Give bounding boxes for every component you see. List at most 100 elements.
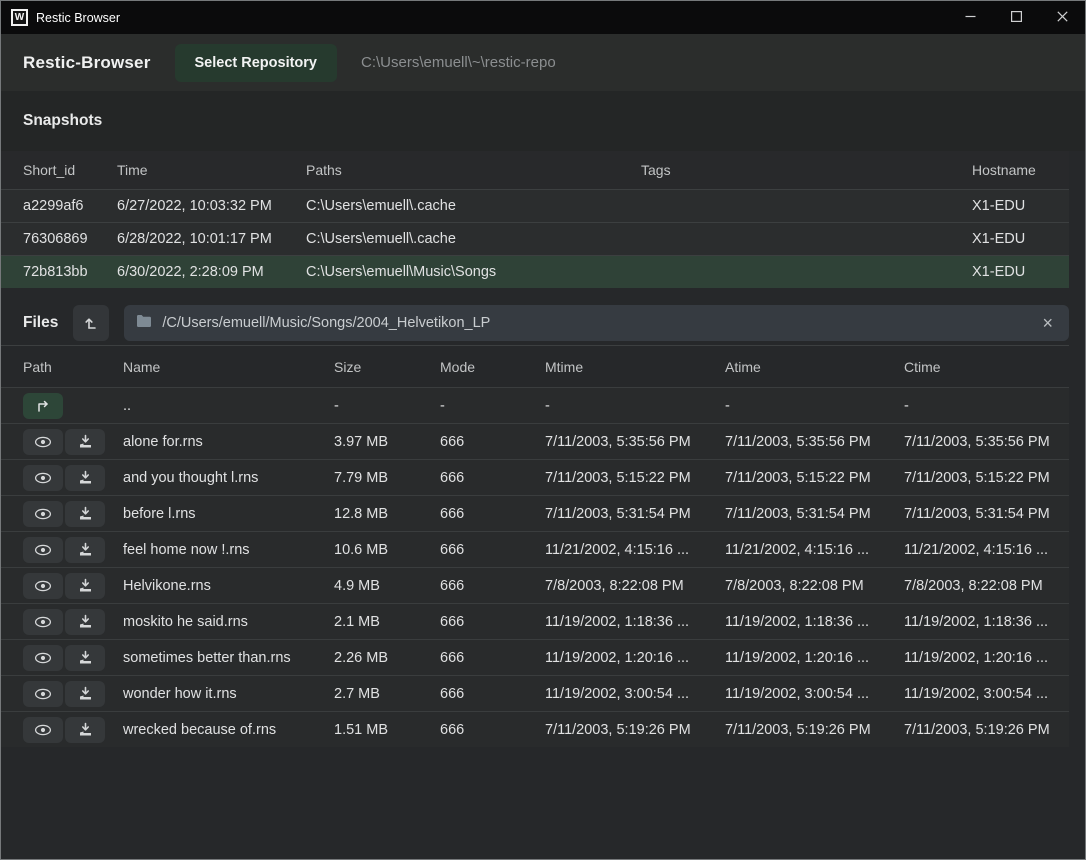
file-name: alone for.rns bbox=[123, 434, 334, 450]
file-atime: 7/11/2003, 5:15:22 PM bbox=[725, 470, 904, 486]
files-table: Path Name Size Mode Mtime Atime Ctime .. bbox=[1, 345, 1069, 747]
download-icon bbox=[78, 614, 93, 629]
file-size: 2.7 MB bbox=[334, 686, 440, 702]
go-parent-dir-button[interactable] bbox=[23, 393, 63, 419]
file-row[interactable]: wonder how it.rns2.7 MB66611/19/2002, 3:… bbox=[1, 675, 1069, 711]
download-icon bbox=[78, 506, 93, 521]
preview-file-button[interactable] bbox=[23, 609, 63, 635]
file-ctime: 11/19/2002, 1:20:16 ... bbox=[904, 650, 1069, 666]
file-row[interactable]: alone for.rns3.97 MB666 7/11/2003, 5:35:5… bbox=[1, 423, 1069, 459]
restore-file-button[interactable] bbox=[65, 429, 105, 455]
parent-dir-row[interactable]: .. - - - - - bbox=[1, 387, 1069, 423]
titlebar-left: W Restic Browser bbox=[1, 9, 120, 26]
file-name: before l.rns bbox=[123, 506, 334, 522]
close-button[interactable] bbox=[1039, 1, 1085, 34]
file-row[interactable]: Helvikone.rns4.9 MB6667/8/2003, 8:22:08 … bbox=[1, 567, 1069, 603]
file-mode: 666 bbox=[440, 542, 545, 558]
file-mode: 666 bbox=[440, 614, 545, 630]
file-row[interactable]: and you thought l.rns7.79 MB6667/11/2003… bbox=[1, 459, 1069, 495]
select-repository-button[interactable]: Select Repository bbox=[175, 44, 338, 82]
restore-file-button[interactable] bbox=[65, 609, 105, 635]
file-atime: 11/21/2002, 4:15:16 ... bbox=[725, 542, 904, 558]
file-row[interactable]: sometimes better than.rns2.26 MB66611/19… bbox=[1, 639, 1069, 675]
snapshots-table-header: Short_id Time Paths Tags Hostname bbox=[1, 151, 1069, 189]
file-size: 2.1 MB bbox=[334, 614, 440, 630]
file-ctime: 7/11/2003, 5:19:26 PM bbox=[904, 722, 1069, 738]
repository-path: C:\Users\emuell\~\restic-repo bbox=[361, 54, 556, 71]
file-ctime: 7/11/2003, 5:31:54 PM bbox=[904, 506, 1069, 522]
minimize-icon bbox=[965, 10, 976, 25]
snapshot-row[interactable]: a2299af6 6/27/2022, 10:03:32 PM C:\Users… bbox=[1, 189, 1069, 222]
restore-file-button[interactable] bbox=[65, 573, 105, 599]
window-controls bbox=[947, 1, 1085, 34]
col-paths: Paths bbox=[306, 162, 641, 178]
file-row[interactable]: moskito he said.rns2.1 MB666 11/19/2002, … bbox=[1, 603, 1069, 639]
restore-file-button[interactable] bbox=[65, 717, 105, 743]
file-mtime: 7/8/2003, 8:22:08 PM bbox=[545, 578, 725, 594]
snapshot-row-selected[interactable]: 72b813bb 6/30/2022, 2:28:09 PM C:\Users\… bbox=[1, 255, 1069, 288]
file-size: 1.51 MB bbox=[334, 722, 440, 738]
app-logo-icon: W bbox=[11, 9, 28, 26]
file-size: 4.9 MB bbox=[334, 578, 440, 594]
preview-file-button[interactable] bbox=[23, 537, 63, 563]
snapshot-time: 6/27/2022, 10:03:32 PM bbox=[117, 198, 306, 214]
app-window: W Restic Browser Restic-Browser bbox=[0, 0, 1086, 860]
file-row[interactable]: before l.rns12.8 MB6667/11/2003, 5:31:54… bbox=[1, 495, 1069, 531]
file-atime: 11/19/2002, 1:18:36 ... bbox=[725, 614, 904, 630]
restore-file-button[interactable] bbox=[65, 465, 105, 491]
snapshot-row[interactable]: 76306869 6/28/2022, 10:01:17 PM C:\Users… bbox=[1, 222, 1069, 255]
file-mode: 666 bbox=[440, 686, 545, 702]
file-ctime: 11/21/2002, 4:15:16 ... bbox=[904, 542, 1069, 558]
file-row[interactable]: wrecked because of.rns1.51 MB6667/11/200… bbox=[1, 711, 1069, 747]
download-icon bbox=[78, 686, 93, 701]
files-bar: Files /C/Users/emuell/Music/Songs/2004_H… bbox=[1, 301, 1085, 345]
download-icon bbox=[78, 578, 93, 593]
clear-path-icon: × bbox=[1042, 313, 1053, 333]
restore-file-button[interactable] bbox=[65, 537, 105, 563]
file-ctime: 7/8/2003, 8:22:08 PM bbox=[904, 578, 1069, 594]
snapshot-time: 6/28/2022, 10:01:17 PM bbox=[117, 231, 306, 247]
clear-path-button[interactable]: × bbox=[1038, 314, 1057, 332]
eye-icon bbox=[34, 435, 52, 449]
file-row[interactable]: feel home now !.rns10.6 MB66611/21/2002,… bbox=[1, 531, 1069, 567]
preview-file-button[interactable] bbox=[23, 717, 63, 743]
preview-file-button[interactable] bbox=[23, 645, 63, 671]
go-to-root-button[interactable] bbox=[73, 305, 109, 341]
eye-icon bbox=[34, 543, 52, 557]
preview-file-button[interactable] bbox=[23, 501, 63, 527]
restore-file-button[interactable] bbox=[65, 501, 105, 527]
file-name: .. bbox=[123, 398, 334, 414]
col-mtime: Mtime bbox=[545, 359, 725, 375]
file-atime: 7/11/2003, 5:19:26 PM bbox=[725, 722, 904, 738]
file-ctime: 7/11/2003, 5:35:56 PM bbox=[904, 434, 1069, 450]
maximize-button[interactable] bbox=[993, 1, 1039, 34]
file-name: moskito he said.rns bbox=[123, 614, 334, 630]
file-mode: 666 bbox=[440, 434, 545, 450]
preview-file-button[interactable] bbox=[23, 681, 63, 707]
eye-icon bbox=[34, 471, 52, 485]
preview-file-button[interactable] bbox=[23, 573, 63, 599]
restore-file-button[interactable] bbox=[65, 645, 105, 671]
file-size: 3.97 MB bbox=[334, 434, 440, 450]
snapshots-table: Short_id Time Paths Tags Hostname a2299a… bbox=[1, 151, 1069, 288]
file-mtime: 7/11/2003, 5:31:54 PM bbox=[545, 506, 725, 522]
file-ctime: 7/11/2003, 5:15:22 PM bbox=[904, 470, 1069, 486]
snapshot-short-id: 76306869 bbox=[23, 231, 117, 247]
file-mode: - bbox=[440, 398, 545, 414]
minimize-button[interactable] bbox=[947, 1, 993, 34]
preview-file-button[interactable] bbox=[23, 429, 63, 455]
file-mtime: 11/19/2002, 1:20:16 ... bbox=[545, 650, 725, 666]
files-title: Files bbox=[23, 314, 58, 332]
eye-icon bbox=[34, 687, 52, 701]
col-size: Size bbox=[334, 359, 440, 375]
restore-file-button[interactable] bbox=[65, 681, 105, 707]
snapshot-short-id: 72b813bb bbox=[23, 264, 117, 280]
file-mode: 666 bbox=[440, 470, 545, 486]
snapshot-hostname: X1-EDU bbox=[972, 264, 1069, 280]
file-ctime: - bbox=[904, 398, 1069, 414]
preview-file-button[interactable] bbox=[23, 465, 63, 491]
file-name: and you thought l.rns bbox=[123, 470, 334, 486]
current-path-input[interactable]: /C/Users/emuell/Music/Songs/2004_Helveti… bbox=[124, 305, 1069, 341]
file-name: wrecked because of.rns bbox=[123, 722, 334, 738]
snapshot-paths: C:\Users\emuell\.cache bbox=[306, 198, 641, 214]
